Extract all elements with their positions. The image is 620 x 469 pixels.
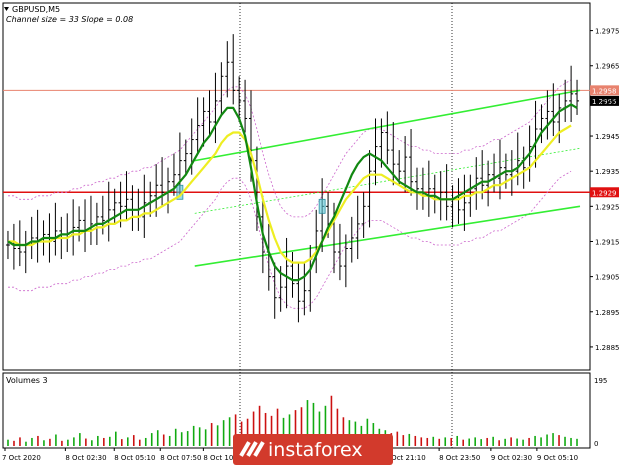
price-tick-label: 1.2925 <box>595 203 620 211</box>
time-tick-label: 8 Oct 07:50 <box>160 454 201 462</box>
price-tag-1.2958: 1.2958 <box>592 87 617 95</box>
price-tick-label: 1.2885 <box>595 344 620 352</box>
chart-svg: 1.29581.29291.29551.29751.29651.29551.29… <box>0 0 620 465</box>
chart: 1.2958 1.2929 1.2955 1.2975 1.2965 1.2955 1.29… <box>0 0 620 465</box>
time-tick-label: 9 Oct 05:10 <box>537 454 578 462</box>
time-tick-label: 8 Oct 10: <box>203 454 235 462</box>
time-tick-label: 9 Oct 02:30 <box>491 454 532 462</box>
price-tick-label: 1.2975 <box>595 28 620 36</box>
price-tick-label: 1.2905 <box>595 274 620 282</box>
volume-label: Volumes 3 <box>6 376 48 385</box>
time-tick-label: 8 Oct 05:10 <box>114 454 155 462</box>
price-tick-label: 1.2955 <box>595 98 620 106</box>
price-tag-1.2929: 1.2929 <box>592 189 617 197</box>
price-tick-label: 1.2915 <box>595 238 620 246</box>
indicator-note: Channel size = 33 Slope = 0.08 <box>6 15 133 24</box>
price-tick-label: 1.2935 <box>595 168 620 176</box>
symbol-title: GBPUSD,M5 <box>12 5 60 14</box>
price-tick-label: 1.2965 <box>595 63 620 71</box>
instaforex-watermark: instaforex <box>233 434 393 465</box>
chart-background <box>0 0 620 465</box>
time-tick-label: 8 Oct 02:30 <box>65 454 106 462</box>
volume-max-tick: 195 <box>594 377 607 385</box>
price-tick-label: 1.2945 <box>595 133 620 141</box>
signal-marker-2 <box>318 198 326 214</box>
price-tick-label: 1.2895 <box>595 309 620 317</box>
watermark-text: instaforex <box>268 439 363 461</box>
time-tick-label: 8 Oct 23:50 <box>439 454 480 462</box>
volume-zero-tick: 0 <box>594 440 598 448</box>
time-tick-label: 7 Oct 2020 <box>2 454 41 462</box>
